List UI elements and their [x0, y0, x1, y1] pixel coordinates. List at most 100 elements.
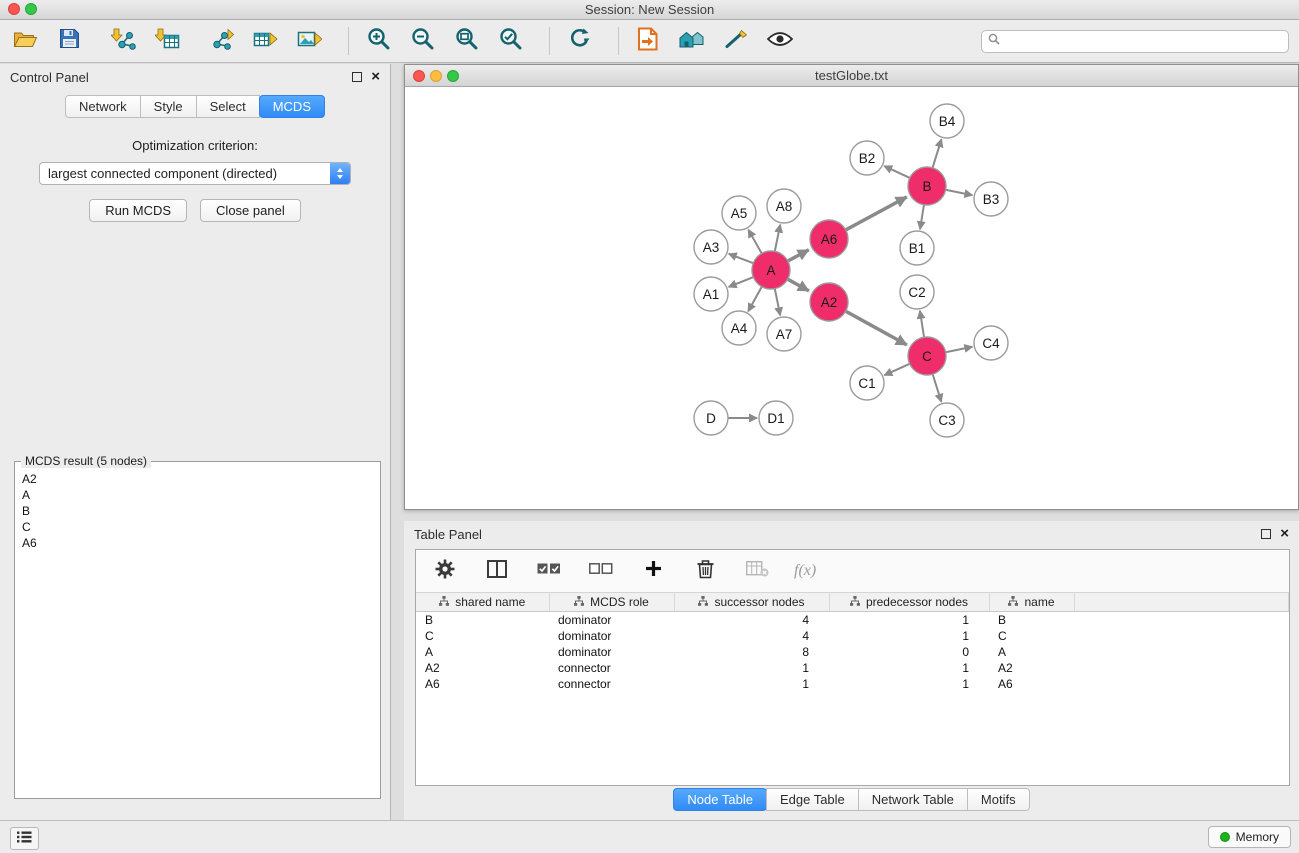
- delete-table-button[interactable]: [742, 555, 772, 587]
- cell[interactable]: C: [989, 628, 1074, 644]
- save-button[interactable]: [54, 25, 84, 57]
- node-A8[interactable]: A8: [767, 189, 801, 223]
- node-D[interactable]: D: [694, 401, 728, 435]
- table-row[interactable]: Bdominator41B: [416, 612, 1289, 629]
- table-settings-button[interactable]: [430, 555, 460, 587]
- cell[interactable]: A6: [989, 676, 1074, 692]
- first-neighbors-button[interactable]: [677, 25, 707, 57]
- table-row[interactable]: A6connector11A6: [416, 676, 1289, 692]
- float-table-panel-icon[interactable]: [1261, 529, 1271, 539]
- cell[interactable]: 0: [829, 644, 989, 660]
- criterion-dropdown[interactable]: largest connected component (directed): [39, 162, 351, 185]
- snapshot-button[interactable]: [633, 25, 663, 57]
- node-D1[interactable]: D1: [759, 401, 793, 435]
- edge-A-A2[interactable]: [788, 279, 809, 291]
- node-A3[interactable]: A3: [694, 230, 728, 264]
- node-A1[interactable]: A1: [694, 277, 728, 311]
- edge-C-C1[interactable]: [884, 364, 909, 375]
- tab-motifs[interactable]: Motifs: [967, 788, 1030, 811]
- run-mcds-button[interactable]: Run MCDS: [89, 199, 187, 222]
- cell[interactable]: 4: [674, 628, 829, 644]
- search-field[interactable]: [981, 30, 1289, 53]
- node-B1[interactable]: B1: [900, 231, 934, 265]
- close-panel-icon[interactable]: ×: [371, 72, 380, 82]
- column-header[interactable]: shared name: [416, 593, 549, 612]
- network-zoom-button[interactable]: [447, 70, 459, 82]
- cell[interactable]: C: [416, 628, 549, 644]
- node-B4[interactable]: B4: [930, 104, 964, 138]
- apply-layout-button[interactable]: [564, 25, 594, 57]
- node-A7[interactable]: A7: [767, 317, 801, 351]
- node-C1[interactable]: C1: [850, 366, 884, 400]
- deselect-all-columns-button[interactable]: [586, 555, 616, 587]
- search-input[interactable]: [1004, 33, 1282, 49]
- zoom-fit-button[interactable]: [451, 25, 481, 57]
- network-canvas[interactable]: B4B2BB3A8A5A6B1A3AC2A1A2A4A7C4CC1DD1C3: [405, 87, 1298, 509]
- open-button[interactable]: [10, 25, 40, 57]
- node-A[interactable]: A: [752, 251, 790, 289]
- node-A6[interactable]: A6: [810, 220, 848, 258]
- export-table-button[interactable]: [250, 25, 280, 57]
- cell[interactable]: A: [989, 644, 1074, 660]
- edge-A-A6[interactable]: [788, 250, 809, 261]
- node-A4[interactable]: A4: [722, 311, 756, 345]
- cell[interactable]: dominator: [549, 612, 674, 629]
- network-window-titlebar[interactable]: testGlobe.txt: [405, 65, 1298, 87]
- cell[interactable]: connector: [549, 660, 674, 676]
- tab-edge-table[interactable]: Edge Table: [766, 788, 859, 811]
- node-B[interactable]: B: [908, 167, 946, 205]
- column-header[interactable]: successor nodes: [674, 593, 829, 612]
- network-minimize-button[interactable]: [430, 70, 442, 82]
- result-item[interactable]: C: [22, 519, 373, 535]
- cell[interactable]: A2: [989, 660, 1074, 676]
- zoom-in-button[interactable]: [363, 25, 393, 57]
- node-C3[interactable]: C3: [930, 403, 964, 437]
- tab-node-table[interactable]: Node Table: [673, 788, 767, 811]
- float-panel-icon[interactable]: [352, 72, 362, 82]
- edge-A6-B[interactable]: [846, 197, 907, 230]
- edge-B-B1[interactable]: [920, 205, 924, 229]
- column-header[interactable]: predecessor nodes: [829, 593, 989, 612]
- cell[interactable]: dominator: [549, 628, 674, 644]
- edge-B-B2[interactable]: [884, 166, 910, 178]
- column-header[interactable]: name: [989, 593, 1074, 612]
- edge-A-A5[interactable]: [748, 230, 761, 254]
- edge-B-B3[interactable]: [946, 190, 973, 195]
- table-row[interactable]: Adominator80A: [416, 644, 1289, 660]
- node-C[interactable]: C: [908, 337, 946, 375]
- tab-mcds[interactable]: MCDS: [259, 95, 325, 118]
- edge-C-C4[interactable]: [946, 347, 973, 352]
- node-A2[interactable]: A2: [810, 283, 848, 321]
- edge-A-A7[interactable]: [775, 289, 780, 316]
- result-item[interactable]: B: [22, 503, 373, 519]
- cell[interactable]: connector: [549, 676, 674, 692]
- edge-B-B4[interactable]: [933, 139, 942, 168]
- tab-style[interactable]: Style: [140, 95, 197, 118]
- network-close-button[interactable]: [413, 70, 425, 82]
- function-builder-button[interactable]: f(x): [794, 562, 816, 580]
- task-history-button[interactable]: [10, 827, 39, 850]
- zoom-out-button[interactable]: [407, 25, 437, 57]
- node-C4[interactable]: C4: [974, 326, 1008, 360]
- result-item[interactable]: A2: [22, 471, 373, 487]
- cell[interactable]: 1: [829, 628, 989, 644]
- memory-button[interactable]: Memory: [1208, 826, 1291, 848]
- edge-C-C2[interactable]: [920, 311, 924, 337]
- close-table-panel-icon[interactable]: ×: [1280, 529, 1289, 539]
- cell[interactable]: B: [416, 612, 549, 629]
- node-C2[interactable]: C2: [900, 275, 934, 309]
- export-image-button[interactable]: [294, 25, 324, 57]
- tab-network-table[interactable]: Network Table: [858, 788, 968, 811]
- titlebar[interactable]: Session: New Session: [0, 0, 1299, 20]
- tab-network[interactable]: Network: [65, 95, 141, 118]
- result-item[interactable]: A6: [22, 535, 373, 551]
- edge-A2-C[interactable]: [846, 311, 907, 345]
- cell[interactable]: 1: [674, 660, 829, 676]
- cell[interactable]: 1: [674, 676, 829, 692]
- edge-A-A4[interactable]: [748, 287, 762, 312]
- cell[interactable]: 1: [829, 676, 989, 692]
- show-columns-button[interactable]: [482, 555, 512, 587]
- zoom-selected-button[interactable]: [495, 25, 525, 57]
- cell[interactable]: 4: [674, 612, 829, 629]
- close-panel-button[interactable]: Close panel: [200, 199, 301, 222]
